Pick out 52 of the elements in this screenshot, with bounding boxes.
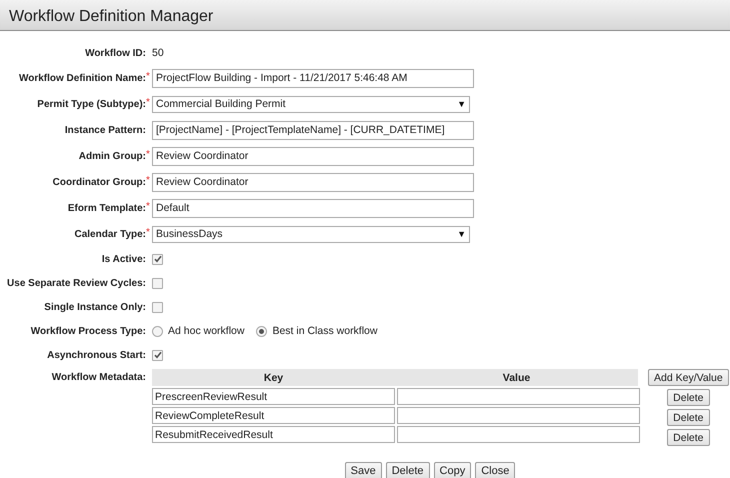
- checkbox[interactable]: [152, 302, 163, 312]
- table-cell[interactable]: PrescreenReviewResult: [152, 388, 395, 405]
- radio-button[interactable]: [256, 326, 268, 336]
- table-cell[interactable]: [397, 407, 640, 424]
- input-field[interactable]: Review Coordinator: [152, 172, 474, 192]
- table-cell[interactable]: ReviewCompleteResult: [152, 407, 395, 424]
- delete-button[interactable]: Delete: [667, 429, 710, 446]
- table-header: Key Value: [152, 369, 638, 386]
- input-field[interactable]: ProjectFlow Building - Import - 11/21/2017 5:46:48 AM: [152, 68, 474, 88]
- input-field[interactable]: Default: [152, 198, 474, 218]
- dropdown[interactable]: Commercial Building Permit ▼: [152, 96, 470, 112]
- add-key-value-button[interactable]: Add Key/Value: [648, 369, 729, 386]
- field-label: Calendar Type:: [74, 228, 146, 240]
- field-label: Workflow Definition Name:: [18, 72, 146, 84]
- delete-button[interactable]: Delete: [667, 389, 710, 406]
- radio-label[interactable]: Ad hoc workflow: [168, 325, 244, 337]
- field-label: Workflow Metadata:: [50, 371, 146, 383]
- checkbox[interactable]: [152, 278, 163, 288]
- field-label: Workflow ID:: [84, 48, 146, 58]
- dropdown[interactable]: BusinessDays ▼: [152, 226, 470, 242]
- required-mark: *: [146, 174, 151, 186]
- required-mark: *: [146, 148, 151, 160]
- field-label: Permit Type (Subtype):: [36, 98, 146, 110]
- action-button[interactable]: Delete: [386, 462, 430, 478]
- input-field[interactable]: Review Coordinator: [152, 146, 474, 166]
- input-field[interactable]: [ProjectName] - [ProjectTemplateName] - [CURR_DATETIME]: [152, 120, 474, 140]
- field-label: Admin Group:: [78, 150, 146, 162]
- field-label: Coordinator Group:: [52, 176, 146, 188]
- field-value: 50: [152, 47, 164, 59]
- field-label: Eform Template:: [66, 202, 146, 214]
- window-title: Workflow Definition Manager: [9, 8, 214, 26]
- action-button[interactable]: Save: [344, 462, 382, 478]
- field-label: Is Active:: [100, 254, 146, 264]
- field-label: Use Separate Review Cycles:: [6, 278, 146, 288]
- action-button[interactable]: Copy: [434, 462, 472, 478]
- action-button[interactable]: Close: [475, 462, 516, 478]
- table-cell[interactable]: ResubmitReceivedResult: [152, 426, 395, 443]
- radio-button[interactable]: [152, 326, 163, 336]
- field-label: Workflow Process Type:: [30, 326, 146, 336]
- required-mark: *: [146, 226, 151, 238]
- table-cell[interactable]: [397, 426, 640, 443]
- required-mark: *: [146, 200, 151, 212]
- table-cell[interactable]: [397, 388, 640, 405]
- required-mark: *: [146, 70, 151, 82]
- field-label: Single Instance Only:: [43, 302, 146, 312]
- checkbox[interactable]: [152, 254, 163, 264]
- field-label: Asynchronous Start:: [46, 350, 146, 360]
- field-label: Instance Pattern:: [64, 124, 146, 136]
- required-mark: *: [146, 96, 151, 108]
- checkbox[interactable]: [152, 350, 163, 360]
- radio-label[interactable]: Best in Class workflow: [272, 325, 378, 337]
- delete-button[interactable]: Delete: [667, 409, 710, 426]
